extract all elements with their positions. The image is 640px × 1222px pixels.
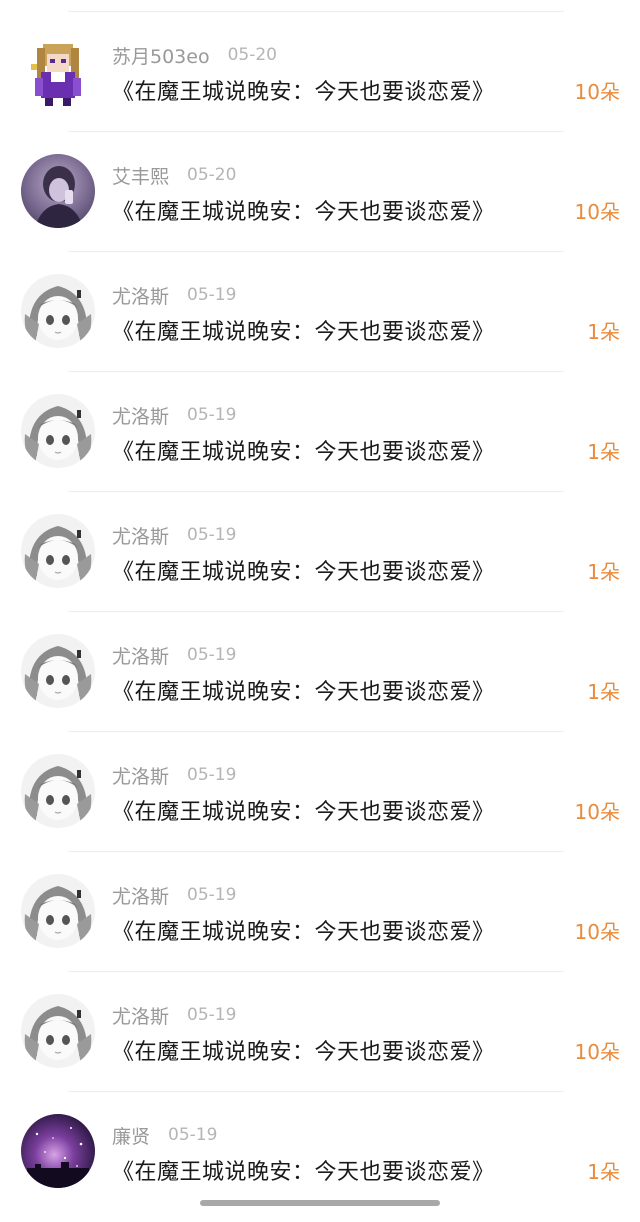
purple-photo-avatar[interactable] xyxy=(21,154,95,228)
user-name[interactable]: 苏月503eo xyxy=(112,42,210,69)
gift-date: 05-19 xyxy=(187,405,237,425)
item-meta: 廉贤 05-19 xyxy=(112,1122,217,1148)
book-title[interactable]: 《在魔王城说晚安：今天也要谈恋爱》 xyxy=(112,194,495,226)
user-name[interactable]: 尤洛斯 xyxy=(112,402,169,429)
item-meta: 尤洛斯 05-19 xyxy=(112,282,236,308)
gift-date: 05-19 xyxy=(187,645,237,665)
gift-amount: 1朵 xyxy=(587,440,620,464)
book-title[interactable]: 《在魔王城说晚安：今天也要谈恋爱》 xyxy=(112,1034,495,1066)
anime-girl-avatar[interactable] xyxy=(21,754,95,828)
anime-girl-avatar[interactable] xyxy=(21,874,95,948)
user-name[interactable]: 尤洛斯 xyxy=(112,762,169,789)
user-name[interactable]: 尤洛斯 xyxy=(112,882,169,909)
user-name[interactable]: 尤洛斯 xyxy=(112,1002,169,1029)
gift-amount: 10朵 xyxy=(574,920,620,944)
anime-girl-avatar[interactable] xyxy=(21,514,95,588)
book-title[interactable]: 《在魔王城说晚安：今天也要谈恋爱》 xyxy=(112,74,495,106)
list-item[interactable]: 苏月503eo 05-20 《在魔王城说晚安：今天也要谈恋爱》 10朵 xyxy=(0,12,640,132)
book-title[interactable]: 《在魔王城说晚安：今天也要谈恋爱》 xyxy=(112,554,495,586)
item-meta: 尤洛斯 05-19 xyxy=(112,1002,236,1028)
gift-date: 05-19 xyxy=(187,1005,237,1025)
user-name[interactable]: 艾丰熙 xyxy=(112,162,169,189)
item-meta: 尤洛斯 05-19 xyxy=(112,642,236,668)
gift-date: 05-19 xyxy=(168,1125,218,1145)
list-item[interactable]: 艾丰熙 05-20 《在魔王城说晚安：今天也要谈恋爱》 10朵 xyxy=(0,132,640,252)
item-meta: 尤洛斯 05-19 xyxy=(112,522,236,548)
item-meta: 艾丰熙 05-20 xyxy=(112,162,236,188)
book-title[interactable]: 《在魔王城说晚安：今天也要谈恋爱》 xyxy=(112,674,495,706)
user-name[interactable]: 尤洛斯 xyxy=(112,282,169,309)
gift-amount: 10朵 xyxy=(574,200,620,224)
book-title[interactable]: 《在魔王城说晚安：今天也要谈恋爱》 xyxy=(112,314,495,346)
gift-date: 05-20 xyxy=(187,165,237,185)
gift-amount: 1朵 xyxy=(587,320,620,344)
gift-amount: 10朵 xyxy=(574,1040,620,1064)
list-item[interactable]: 尤洛斯 05-19 《在魔王城说晚安：今天也要谈恋爱》 10朵 xyxy=(0,732,640,852)
gift-amount: 10朵 xyxy=(574,80,620,104)
book-title[interactable]: 《在魔王城说晚安：今天也要谈恋爱》 xyxy=(112,1154,495,1186)
gift-date: 05-19 xyxy=(187,765,237,785)
book-title[interactable]: 《在魔王城说晚安：今天也要谈恋爱》 xyxy=(112,794,495,826)
gift-amount: 1朵 xyxy=(587,680,620,704)
gift-amount: 1朵 xyxy=(587,560,620,584)
item-meta: 苏月503eo 05-20 xyxy=(112,42,277,68)
galaxy-avatar[interactable] xyxy=(21,1114,95,1188)
list-item[interactable]: 尤洛斯 05-19 《在魔王城说晚安：今天也要谈恋爱》 1朵 xyxy=(0,252,640,372)
anime-girl-avatar[interactable] xyxy=(21,274,95,348)
gift-date: 05-20 xyxy=(227,45,277,65)
anime-girl-avatar[interactable] xyxy=(21,994,95,1068)
book-title[interactable]: 《在魔王城说晚安：今天也要谈恋爱》 xyxy=(112,434,495,466)
user-name[interactable]: 廉贤 xyxy=(112,1122,150,1149)
item-meta: 尤洛斯 05-19 xyxy=(112,762,236,788)
list-item[interactable]: 廉贤 05-19 《在魔王城说晚安：今天也要谈恋爱》 1朵 xyxy=(0,1092,640,1212)
list-item[interactable]: 尤洛斯 05-19 《在魔王城说晚安：今天也要谈恋爱》 10朵 xyxy=(0,972,640,1092)
gift-date: 05-19 xyxy=(187,285,237,305)
gift-date: 05-19 xyxy=(187,885,237,905)
gift-amount: 1朵 xyxy=(587,1160,620,1184)
list-item[interactable]: 尤洛斯 05-19 《在魔王城说晚安：今天也要谈恋爱》 1朵 xyxy=(0,492,640,612)
gift-date: 05-19 xyxy=(187,525,237,545)
anime-girl-avatar[interactable] xyxy=(21,394,95,468)
book-title[interactable]: 《在魔王城说晚安：今天也要谈恋爱》 xyxy=(112,914,495,946)
user-name[interactable]: 尤洛斯 xyxy=(112,522,169,549)
item-meta: 尤洛斯 05-19 xyxy=(112,402,236,428)
anime-girl-avatar[interactable] xyxy=(21,634,95,708)
pixel-girl-avatar[interactable] xyxy=(21,34,95,108)
item-meta: 尤洛斯 05-19 xyxy=(112,882,236,908)
list-item[interactable]: 尤洛斯 05-19 《在魔王城说晚安：今天也要谈恋爱》 10朵 xyxy=(0,852,640,972)
gift-record-list: 苏月503eo 05-20 《在魔王城说晚安：今天也要谈恋爱》 10朵 艾丰熙 … xyxy=(0,12,640,1212)
user-name[interactable]: 尤洛斯 xyxy=(112,642,169,669)
list-item[interactable]: 尤洛斯 05-19 《在魔王城说晚安：今天也要谈恋爱》 1朵 xyxy=(0,372,640,492)
list-item[interactable]: 尤洛斯 05-19 《在魔王城说晚安：今天也要谈恋爱》 1朵 xyxy=(0,612,640,732)
gift-amount: 10朵 xyxy=(574,800,620,824)
home-indicator[interactable] xyxy=(200,1200,440,1206)
